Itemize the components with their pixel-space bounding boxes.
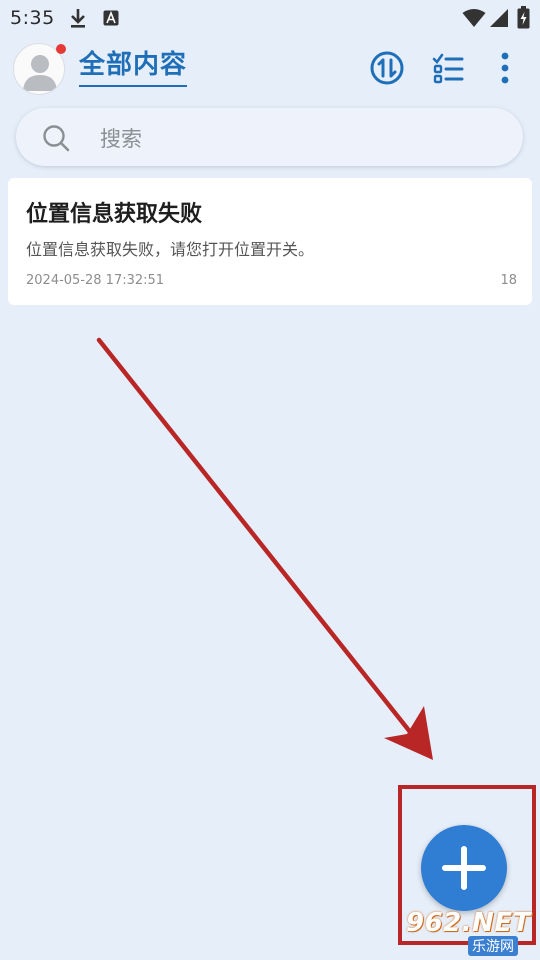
search-placeholder: 搜索	[100, 127, 142, 151]
watermark-logo: 962.NET 乐游网	[400, 908, 536, 958]
checklist-icon[interactable]	[428, 48, 468, 88]
note-count: 18	[500, 273, 517, 288]
search-icon	[43, 125, 70, 152]
battery-charging-icon	[517, 6, 530, 29]
note-card[interactable]: 位置信息获取失败 位置信息获取失败，请您打开位置开关。 2024-05-28 1…	[8, 178, 532, 305]
status-bar: 5:35	[0, 0, 540, 36]
a-icon	[103, 10, 119, 26]
avatar-button[interactable]	[13, 43, 66, 95]
note-date: 2024-05-28 17:32:51	[26, 273, 165, 288]
wifi-icon	[462, 9, 486, 27]
more-vert-icon[interactable]	[485, 48, 525, 88]
notification-dot	[56, 44, 66, 54]
sort-icon[interactable]	[367, 48, 407, 88]
watermark-sub: 乐游网	[468, 936, 518, 956]
note-body: 位置信息获取失败，请您打开位置开关。	[26, 240, 315, 259]
signal-icon	[490, 9, 508, 27]
download-icon	[71, 9, 85, 28]
page-title[interactable]: 全部内容	[79, 48, 188, 87]
status-time: 5:35	[10, 7, 55, 29]
watermark-main: 962.NET	[406, 908, 531, 938]
note-title: 位置信息获取失败	[26, 202, 203, 227]
search-input[interactable]: 搜索	[16, 108, 523, 166]
